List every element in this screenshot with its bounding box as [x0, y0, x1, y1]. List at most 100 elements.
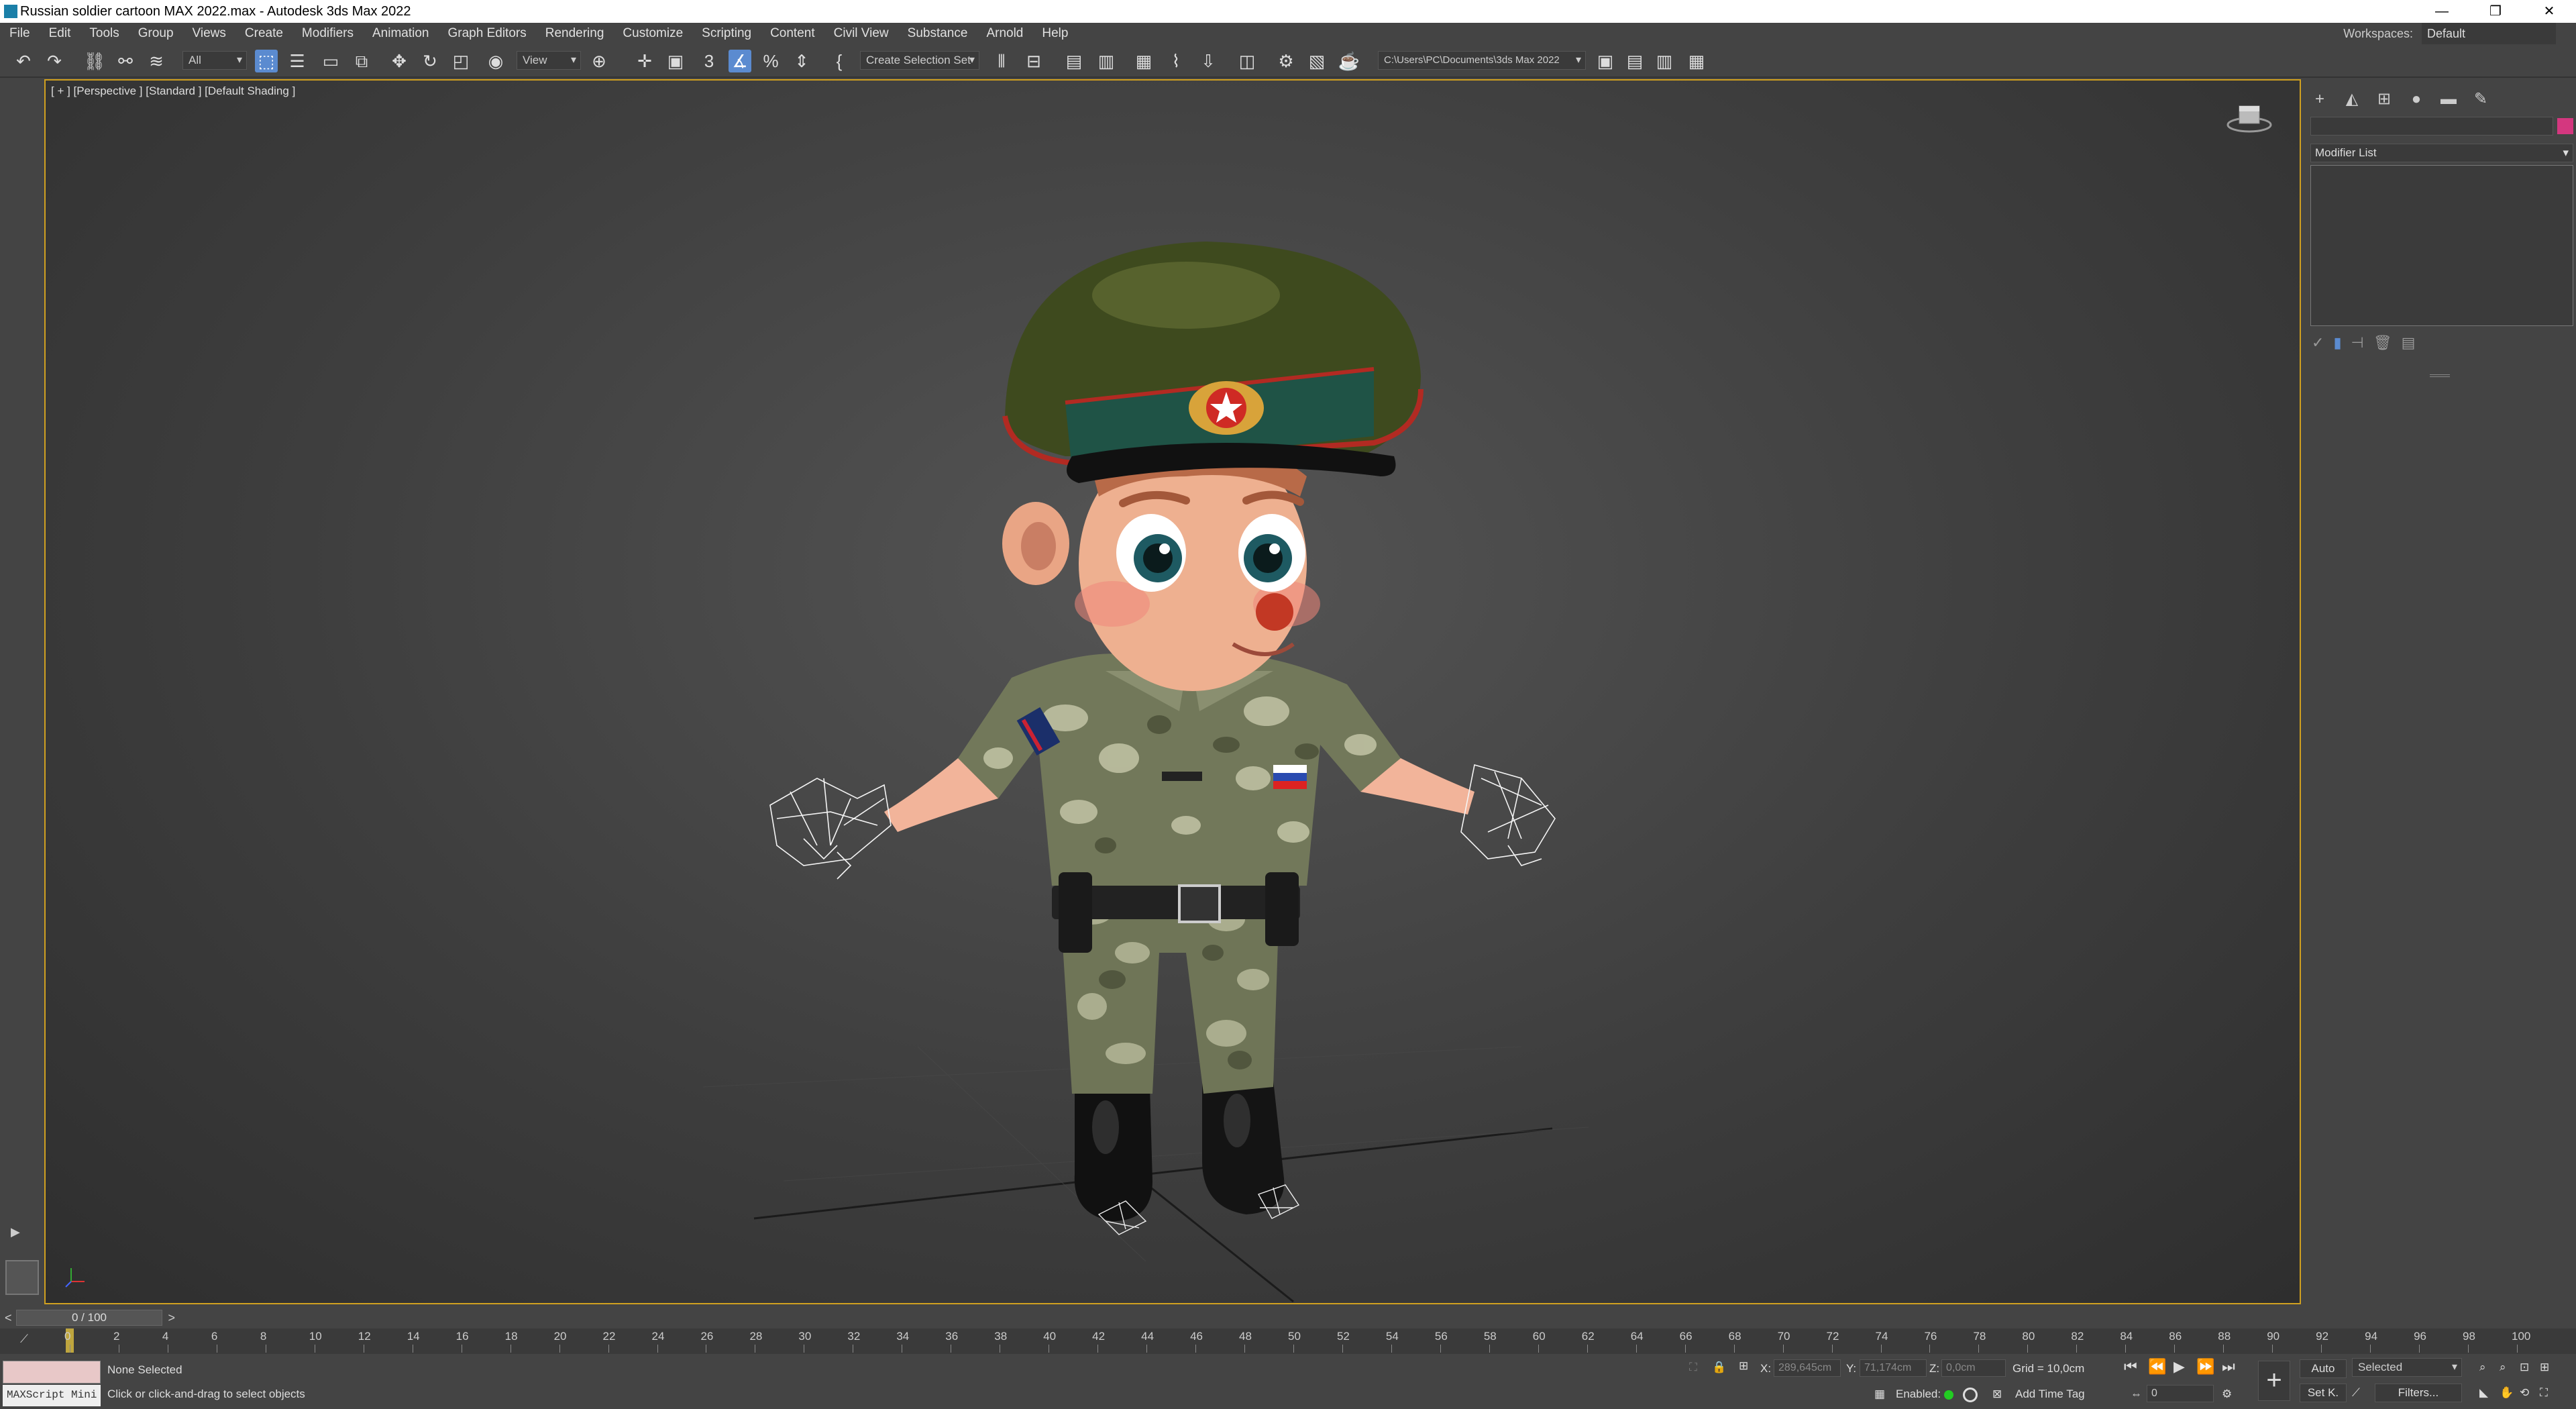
angle-snap-icon[interactable]: ∡: [729, 50, 751, 72]
object-color-swatch[interactable]: [2557, 118, 2573, 134]
menu-modifiers[interactable]: Modifiers: [292, 23, 363, 44]
modifier-stack[interactable]: [2310, 165, 2573, 326]
key-filter-dropdown[interactable]: Selected: [2352, 1358, 2462, 1377]
close-button[interactable]: ✕: [2522, 0, 2576, 23]
menu-customize[interactable]: Customize: [613, 23, 692, 44]
curve-editor-icon[interactable]: ⌇: [1165, 50, 1187, 72]
keyboard-shortcut-icon[interactable]: ▣: [664, 50, 687, 72]
schematic-view-icon[interactable]: ⇩: [1197, 50, 1220, 72]
track-bar[interactable]: ⟋ 0 2 4 6 8 10 12 14 16 18 20 22 24 26 28 30 32 34 36 38 40 4…: [0, 1328, 2576, 1354]
scene-explorer-icon[interactable]: ▤: [1063, 50, 1085, 72]
pivot-center-icon[interactable]: ⊕: [588, 50, 610, 72]
create-project-icon[interactable]: ▥: [1653, 50, 1676, 72]
menu-graph-editors[interactable]: Graph Editors: [439, 23, 536, 44]
render-setup-icon[interactable]: ⚙: [1275, 50, 1297, 72]
select-object-icon[interactable]: ⬚: [255, 50, 278, 72]
menu-views[interactable]: Views: [183, 23, 235, 44]
fov-icon[interactable]: ◣: [2479, 1386, 2488, 1400]
panel-divider[interactable]: [2430, 374, 2450, 377]
show-end-result-icon[interactable]: ▮: [2333, 334, 2341, 352]
utilities-tab-icon[interactable]: ✎: [2470, 89, 2491, 110]
mirror-icon[interactable]: ⫴: [990, 50, 1013, 72]
render-teapot-icon[interactable]: ☕: [1338, 50, 1360, 72]
expand-icon[interactable]: ▶: [11, 1225, 20, 1239]
make-unique-icon[interactable]: ⊣: [2351, 334, 2364, 352]
modifier-list-dropdown[interactable]: Modifier List: [2310, 144, 2573, 162]
material-editor-icon[interactable]: ◫: [1236, 50, 1258, 72]
move-icon[interactable]: ✥: [388, 50, 411, 72]
project-path-dropdown[interactable]: C:\Users\PC\Documents\3ds Max 2022: [1378, 51, 1586, 70]
select-manipulate-icon[interactable]: ✛: [633, 50, 656, 72]
orbit-icon[interactable]: ⟲: [2520, 1386, 2529, 1400]
display-tab-icon[interactable]: ▬: [2438, 89, 2459, 110]
layer-explorer-icon[interactable]: ▥: [1095, 50, 1118, 72]
zoom-extents-all-icon[interactable]: ⊞: [2540, 1361, 2549, 1374]
maxscript-listener[interactable]: [3, 1361, 101, 1384]
key-mode-icon[interactable]: ⇔: [2131, 1388, 2142, 1401]
restore-button[interactable]: ❐: [2469, 0, 2522, 23]
pin-stack-icon[interactable]: ✓: [2312, 334, 2324, 352]
time-slider[interactable]: < 0 / 100 >: [5, 1310, 175, 1326]
menu-group[interactable]: Group: [129, 23, 183, 44]
link-icon[interactable]: ⛓: [83, 50, 106, 72]
named-selection-icon[interactable]: {: [828, 50, 851, 72]
viewport-layout-icon[interactable]: [5, 1260, 39, 1295]
enable-toggle[interactable]: [1963, 1388, 1978, 1402]
prev-key-icon[interactable]: ⏪: [2148, 1358, 2166, 1375]
menu-substance[interactable]: Substance: [898, 23, 977, 44]
menu-edit[interactable]: Edit: [40, 23, 80, 44]
undo-icon[interactable]: ↶: [12, 50, 35, 72]
y-coord-field[interactable]: 71,174cm: [1860, 1359, 1927, 1377]
workspace-dropdown[interactable]: Default: [2422, 23, 2556, 44]
ribbon-icon[interactable]: ▦: [1132, 50, 1155, 72]
window-crossing-icon[interactable]: ⧉: [350, 50, 373, 72]
render-frame-icon[interactable]: ▧: [1305, 50, 1328, 72]
menu-civil-view[interactable]: Civil View: [824, 23, 898, 44]
perspective-viewport[interactable]: [ + ] [Perspective ] [Standard ] [Defaul…: [44, 79, 2301, 1304]
set-key-mode-button[interactable]: Set K.: [2300, 1384, 2347, 1402]
project-folder-icon[interactable]: ▣: [1594, 50, 1617, 72]
menu-arnold[interactable]: Arnold: [977, 23, 1032, 44]
zoom-extents-icon[interactable]: ⊡: [2520, 1361, 2529, 1374]
motion-tab-icon[interactable]: ●: [2406, 89, 2427, 110]
default-tangent-icon[interactable]: ⟋: [2352, 1386, 2360, 1400]
menu-create[interactable]: Create: [235, 23, 292, 44]
reference-coord-dropdown[interactable]: View: [517, 51, 581, 70]
adaptive-degradation-icon[interactable]: ▦: [1874, 1388, 1885, 1401]
next-key-icon[interactable]: ⏩: [2196, 1358, 2214, 1375]
maximize-viewport-icon[interactable]: ⛶: [2540, 1386, 2548, 1400]
minimize-button[interactable]: —: [2415, 0, 2469, 23]
selection-set-dropdown[interactable]: Create Selection Set: [860, 51, 979, 70]
next-frame-arrow[interactable]: >: [168, 1310, 175, 1325]
time-config-icon[interactable]: ⚙: [2222, 1388, 2232, 1401]
absolute-mode-icon[interactable]: ⊞: [1739, 1359, 1748, 1373]
modify-tab-icon[interactable]: ◭: [2341, 89, 2363, 110]
isolate-icon[interactable]: ⛶: [1689, 1361, 1697, 1374]
goto-start-icon[interactable]: ⏮: [2124, 1358, 2137, 1375]
zoom-all-icon[interactable]: ⌕: [2500, 1361, 2506, 1374]
open-project-icon[interactable]: ▤: [1623, 50, 1646, 72]
rectangular-selection-icon[interactable]: ▭: [319, 50, 342, 72]
goto-end-icon[interactable]: ⏭: [2222, 1358, 2235, 1375]
spinner-snap-icon[interactable]: ⇕: [790, 50, 813, 72]
auto-key-button[interactable]: Auto: [2300, 1359, 2347, 1378]
pan-icon[interactable]: ✋: [2500, 1386, 2514, 1400]
current-frame-field[interactable]: 0: [2147, 1385, 2214, 1402]
bind-space-warp-icon[interactable]: ≋: [145, 50, 168, 72]
x-coord-field[interactable]: 289,645cm: [1774, 1359, 1841, 1377]
align-icon[interactable]: ⊟: [1022, 50, 1045, 72]
menu-rendering[interactable]: Rendering: [536, 23, 614, 44]
zoom-icon[interactable]: ⌕: [2479, 1361, 2486, 1374]
key-filters-button[interactable]: Filters...: [2375, 1384, 2462, 1402]
redo-icon[interactable]: ↷: [43, 50, 66, 72]
create-tab-icon[interactable]: +: [2309, 89, 2330, 110]
place-icon[interactable]: ◉: [484, 50, 507, 72]
menu-tools[interactable]: Tools: [80, 23, 128, 44]
snap-toggle-icon[interactable]: 3: [698, 50, 720, 72]
selection-filter-dropdown[interactable]: All: [182, 51, 247, 70]
z-coord-field[interactable]: 0,0cm: [1941, 1359, 2006, 1377]
unlink-icon[interactable]: ⚯: [114, 50, 137, 72]
add-time-tag[interactable]: Add Time Tag: [2015, 1388, 2085, 1401]
maxscript-mini-field[interactable]: MAXScript Mini: [3, 1385, 101, 1406]
configure-sets-icon[interactable]: ▤: [2402, 334, 2416, 352]
